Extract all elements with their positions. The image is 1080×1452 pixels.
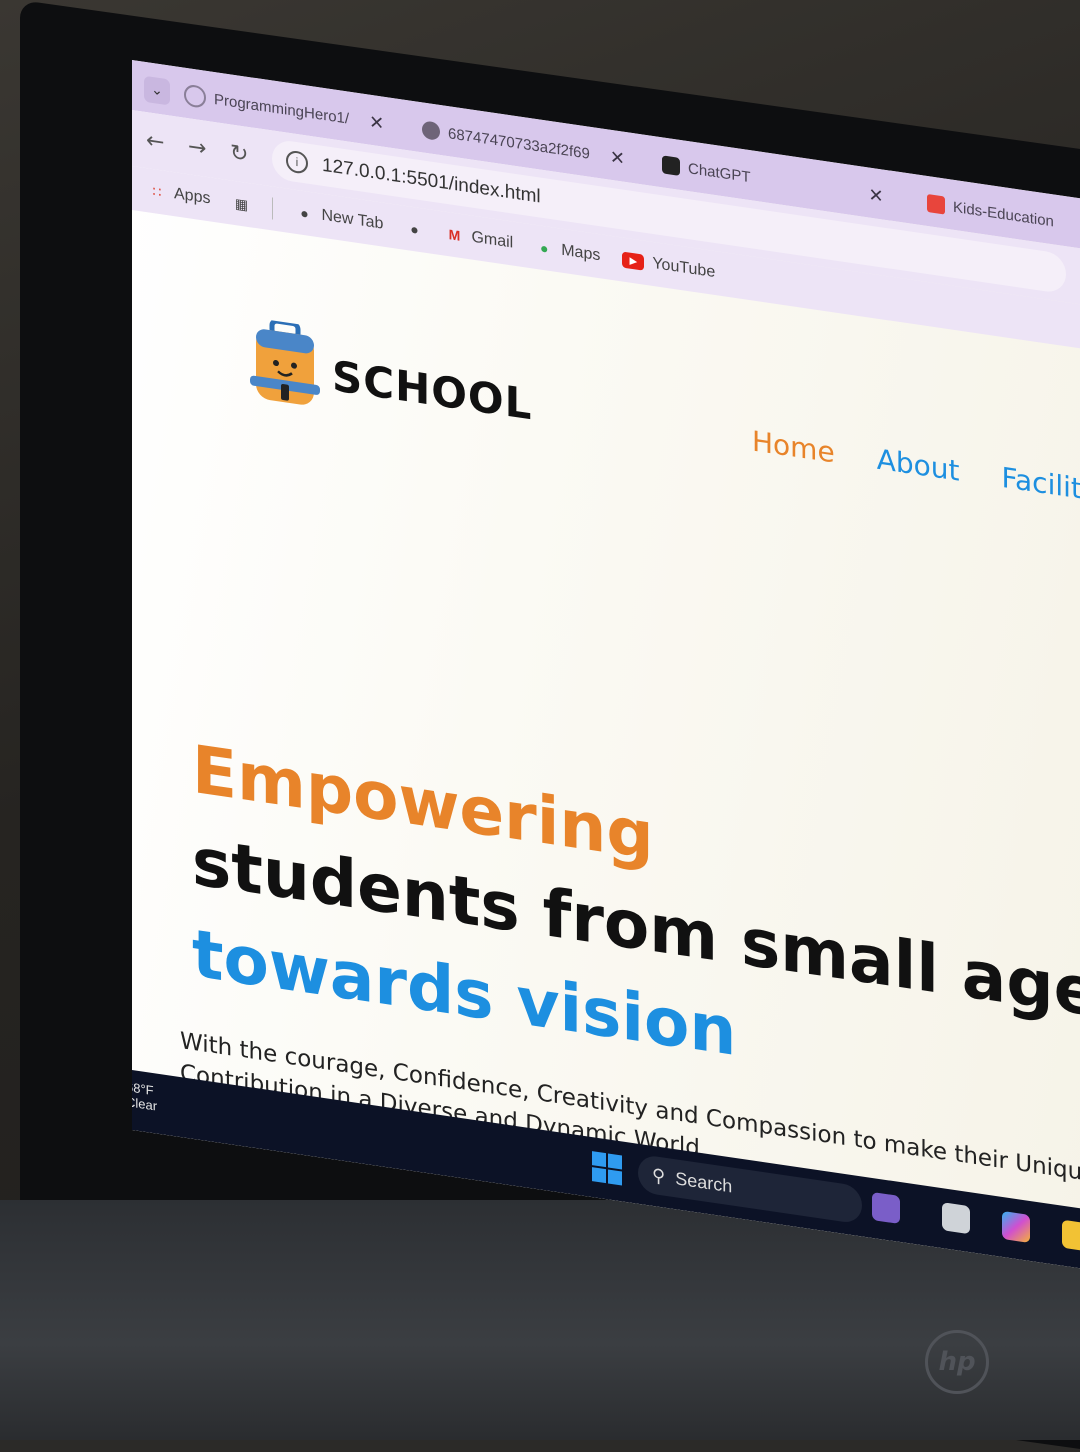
globe-icon xyxy=(422,120,440,141)
brand-name[interactable]: SCHOOL xyxy=(332,351,532,429)
hp-logo: hp xyxy=(925,1330,989,1394)
tab-label: ProgrammingHero1/ xyxy=(214,90,350,128)
gmail-icon: M xyxy=(448,226,461,244)
close-tab-icon[interactable]: ✕ xyxy=(869,184,884,207)
search-label: Search xyxy=(675,1167,733,1197)
bookmark-youtube[interactable]: ▶ YouTube xyxy=(622,251,715,283)
forward-icon[interactable]: → xyxy=(188,134,206,162)
bookmark-new-tab[interactable]: ● New Tab xyxy=(295,203,383,234)
globe-icon[interactable]: ● xyxy=(405,219,423,240)
bookmark-label: Gmail xyxy=(471,228,514,252)
task-view-icon[interactable] xyxy=(942,1202,970,1235)
divider xyxy=(272,197,274,220)
nav-about-link[interactable]: About xyxy=(877,443,960,488)
tab-label: 68747470733a2f2f69 xyxy=(448,124,590,163)
reload-icon[interactable]: ↻ xyxy=(230,140,248,168)
windows-start-icon[interactable] xyxy=(592,1151,622,1186)
clipchamp-icon[interactable] xyxy=(872,1191,900,1225)
file-explorer-icon[interactable] xyxy=(1062,1219,1080,1252)
laptop-screen: ⌄ ProgrammingHero1/ ✕ 68747470733a2f2f69… xyxy=(132,60,1080,1271)
github-icon xyxy=(184,83,206,109)
close-tab-icon[interactable]: ✕ xyxy=(369,111,384,134)
chatgpt-icon xyxy=(662,155,680,176)
apps-grid-icon: ∷ xyxy=(152,182,162,200)
backpack-logo-icon xyxy=(250,318,320,405)
tab-label: Kids-Education xyxy=(953,198,1054,230)
nav-facilities-link[interactable]: Faciliti xyxy=(1001,461,1080,507)
tab-groups-icon[interactable]: ▦ xyxy=(232,194,250,215)
nav-home-link[interactable]: Home xyxy=(752,424,835,469)
figma-icon xyxy=(927,193,945,215)
main-nav: Home About Faciliti xyxy=(752,424,1080,506)
weather-widget[interactable]: 1 68°F Clear xyxy=(132,1074,157,1114)
back-icon[interactable]: ← xyxy=(146,128,164,156)
maps-pin-icon: ● xyxy=(539,239,549,257)
bookmark-label: YouTube xyxy=(652,254,716,282)
bookmark-label: Apps xyxy=(174,185,211,208)
tab-label: ChatGPT xyxy=(688,159,751,186)
search-icon: ⚲ xyxy=(652,1164,666,1187)
globe-icon: ● xyxy=(300,204,309,222)
bookmark-gmail[interactable]: M Gmail xyxy=(445,225,514,253)
bookmark-maps[interactable]: ● Maps xyxy=(535,238,600,266)
bookmark-label: Maps xyxy=(561,241,601,265)
tab-search-button[interactable]: ⌄ xyxy=(144,75,170,106)
site-info-icon[interactable]: i xyxy=(286,149,308,175)
copilot-icon[interactable] xyxy=(1002,1210,1030,1244)
close-tab-icon[interactable]: ✕ xyxy=(610,146,625,169)
youtube-icon: ▶ xyxy=(622,251,645,271)
bookmark-apps[interactable]: ∷ Apps xyxy=(148,181,211,208)
bookmark-label: New Tab xyxy=(321,206,384,233)
